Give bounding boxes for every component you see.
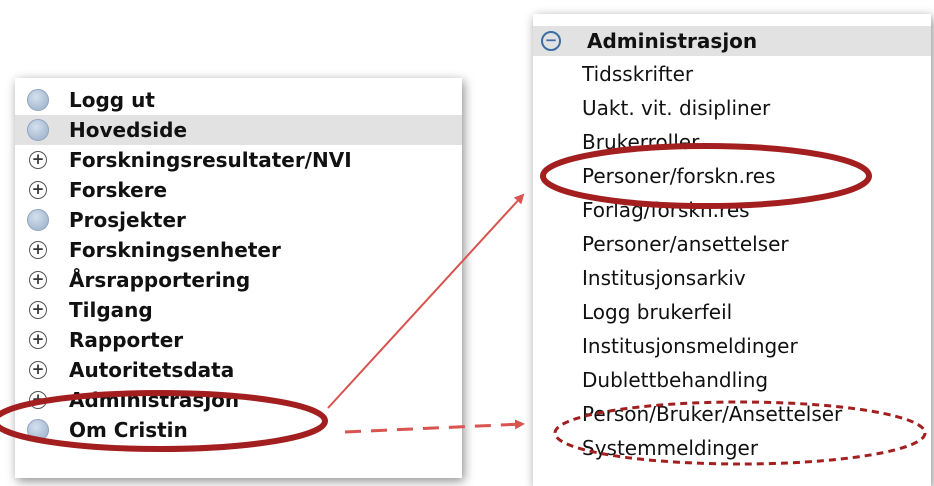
submenu-item-personer-forskn-res[interactable]: Personer/forskn.res <box>582 161 776 191</box>
expand-plus-icon[interactable] <box>25 265 51 295</box>
menu-item-label: Rapporter <box>69 328 184 352</box>
menu-item-forskere[interactable]: Forskere <box>15 175 462 205</box>
left-navigation-menu: Logg ut Hovedside Forskningsresultater/N… <box>15 78 462 478</box>
menu-item-arsrapportering[interactable]: Årsrapportering <box>15 265 462 295</box>
menu-item-label: Om Cristin <box>69 418 188 442</box>
expand-plus-icon[interactable] <box>25 385 51 415</box>
submenu-item-uakt-vit-disipliner[interactable]: Uakt. vit. disipliner <box>582 93 770 123</box>
menu-item-hovedside[interactable]: Hovedside <box>15 115 462 145</box>
expand-plus-icon[interactable] <box>25 175 51 205</box>
submenu-item-logg-brukerfeil[interactable]: Logg brukerfeil <box>582 297 732 327</box>
expand-plus-icon[interactable] <box>25 355 51 385</box>
menu-item-rapporter[interactable]: Rapporter <box>15 325 462 355</box>
menu-item-label: Tilgang <box>69 298 153 322</box>
menu-item-label: Hovedside <box>69 118 188 142</box>
submenu-item-brukerroller[interactable]: Brukerroller <box>582 127 699 157</box>
submenu-item-forlag-forskn-res[interactable]: Forlag/forskn.res <box>582 195 750 225</box>
expand-plus-icon[interactable] <box>25 145 51 175</box>
menu-item-om-cristin[interactable]: Om Cristin <box>15 415 462 445</box>
menu-item-label: Autoritetsdata <box>69 358 235 382</box>
menu-item-prosjekter[interactable]: Prosjekter <box>15 205 462 235</box>
menu-item-label: Forskere <box>69 178 168 202</box>
submenu-header-label: Administrasjon <box>587 29 758 53</box>
menu-item-administrasjon[interactable]: Administrasjon <box>15 385 462 415</box>
submenu-item-systemmeldinger[interactable]: Systemmeldinger <box>582 433 758 463</box>
dot-icon <box>25 205 51 235</box>
expand-plus-icon[interactable] <box>25 325 51 355</box>
menu-item-logg-ut[interactable]: Logg ut <box>15 85 462 115</box>
expand-plus-icon[interactable] <box>25 295 51 325</box>
dot-icon <box>25 115 51 145</box>
administrasjon-submenu: Administrasjon Tidsskrifter Uakt. vit. d… <box>533 14 931 486</box>
submenu-header-administrasjon[interactable]: Administrasjon <box>533 26 931 56</box>
menu-item-label: Prosjekter <box>69 208 186 232</box>
menu-item-label: Årsrapportering <box>69 268 251 292</box>
menu-item-tilgang[interactable]: Tilgang <box>15 295 462 325</box>
submenu-item-tidsskrifter[interactable]: Tidsskrifter <box>582 59 693 89</box>
menu-item-label: Forskningsenheter <box>69 238 281 262</box>
submenu-item-personer-ansettelser[interactable]: Personer/ansettelser <box>582 229 789 259</box>
menu-item-label: Administrasjon <box>69 388 240 412</box>
submenu-item-institusjonsmeldinger[interactable]: Institusjonsmeldinger <box>582 331 798 361</box>
submenu-item-dublettbehandling[interactable]: Dublettbehandling <box>582 365 768 395</box>
menu-item-label: Logg ut <box>69 88 155 112</box>
expand-plus-icon[interactable] <box>25 235 51 265</box>
menu-item-label: Forskningsresultater/NVI <box>69 148 352 172</box>
menu-item-forskningsenheter[interactable]: Forskningsenheter <box>15 235 462 265</box>
collapse-minus-icon[interactable] <box>541 31 561 51</box>
dot-icon <box>25 85 51 115</box>
submenu-item-person-bruker-ansettelser[interactable]: Person/Bruker/Ansettelser <box>582 399 842 429</box>
menu-item-forskningsresultater[interactable]: Forskningsresultater/NVI <box>15 145 462 175</box>
submenu-item-institusjonsarkiv[interactable]: Institusjonsarkiv <box>582 263 746 293</box>
dot-icon <box>25 415 51 445</box>
menu-item-autoritetsdata[interactable]: Autoritetsdata <box>15 355 462 385</box>
